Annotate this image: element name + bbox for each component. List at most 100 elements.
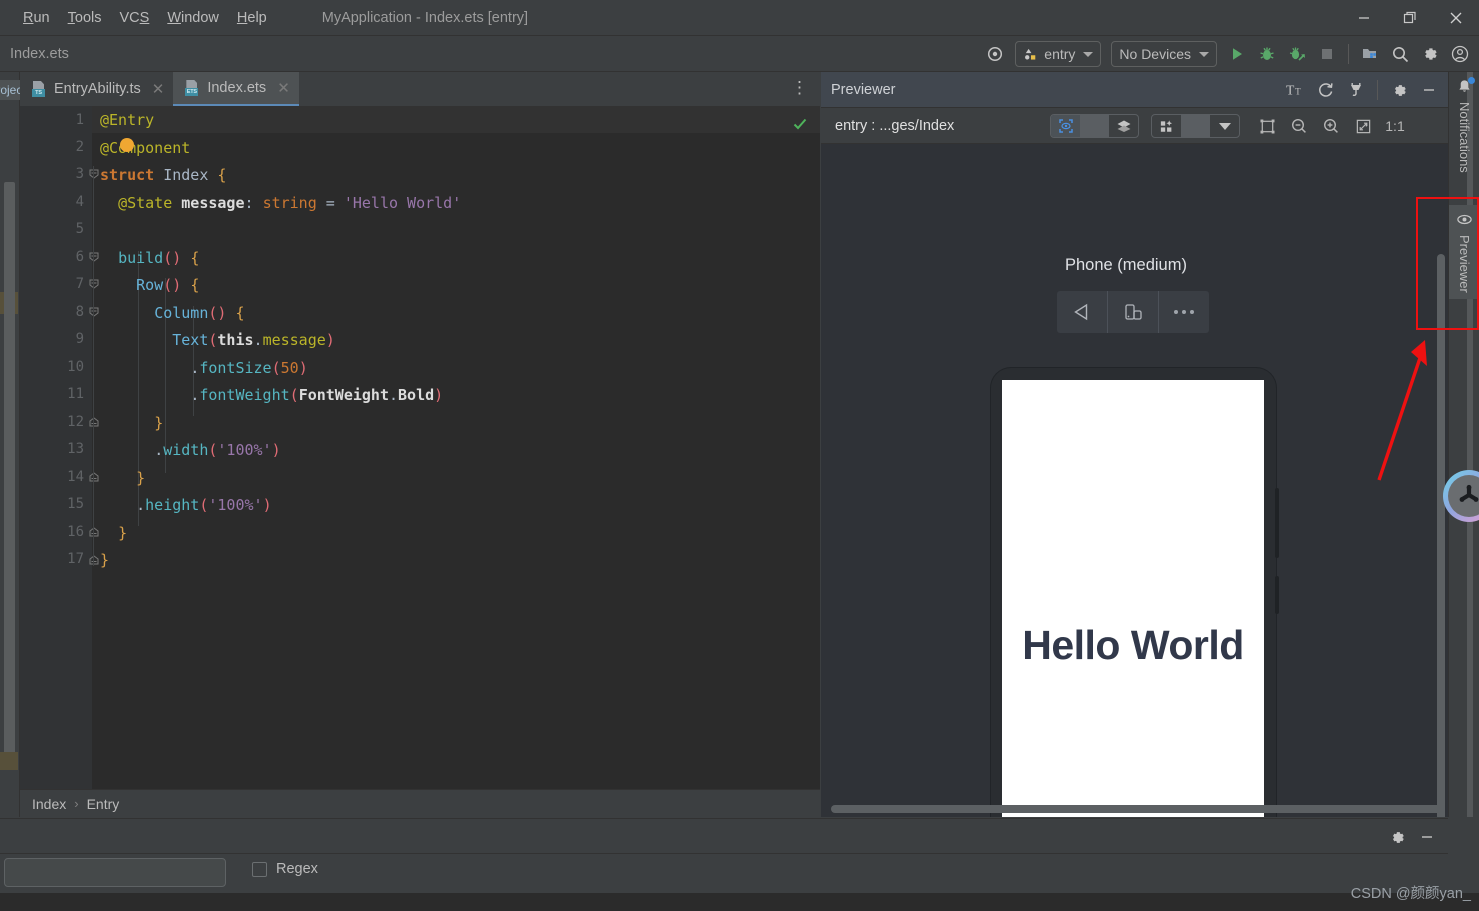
refresh-button[interactable] (1311, 75, 1341, 105)
previewer-canvas[interactable]: Phone (medium) Hello World (821, 144, 1448, 817)
minimize-icon (1422, 836, 1432, 838)
code-line: struct Index { (100, 166, 227, 184)
regex-checkbox[interactable] (252, 861, 267, 877)
previewer-vertical-scrollbar[interactable] (1437, 254, 1445, 817)
account-icon (1451, 45, 1469, 63)
line-number: 6 (75, 249, 84, 265)
line-number: 4 (75, 194, 84, 210)
search-everywhere-button[interactable] (1385, 39, 1415, 69)
debug-button[interactable] (1252, 39, 1282, 69)
intention-bulb-icon[interactable] (120, 138, 134, 152)
rotate-back-button[interactable] (1057, 291, 1107, 333)
editor-tab-entryability[interactable]: TS EntryAbility.ts ✕ (20, 72, 173, 106)
code-content: @Entry @Component struct Index { @State … (100, 106, 820, 817)
previewer-minimize-button[interactable] (1414, 75, 1444, 105)
fold-marker-icon[interactable] (88, 251, 100, 263)
svg-text:T: T (1295, 87, 1301, 97)
inspection-status-icon[interactable] (792, 116, 808, 137)
zoom-in-button[interactable] (1316, 111, 1346, 141)
close-button[interactable] (1433, 0, 1479, 36)
font-size-button[interactable]: T T (1281, 75, 1311, 105)
attach-debugger-button[interactable] (1282, 39, 1312, 69)
minimize-button[interactable] (1341, 0, 1387, 36)
bottom-panel-header (0, 818, 1448, 854)
window-controls (1341, 0, 1479, 36)
run-button[interactable] (1222, 39, 1252, 69)
device-screen[interactable]: Hello World (1002, 380, 1264, 817)
multi-device-dropdown[interactable] (1210, 115, 1239, 137)
breadcrumb-item-index[interactable]: Index (32, 796, 66, 812)
search-input[interactable] (4, 858, 226, 887)
harmonyos-logo-button[interactable] (1443, 470, 1479, 522)
fold-marker-icon[interactable] (88, 306, 100, 318)
target-button[interactable] (980, 39, 1010, 69)
actual-size-button[interactable]: 1:1 (1380, 111, 1410, 141)
left-tool-rail: Project (0, 72, 36, 817)
fold-marker-icon[interactable] (88, 526, 100, 538)
account-button[interactable] (1445, 39, 1475, 69)
orientation-button[interactable] (1108, 291, 1158, 333)
fold-marker-icon[interactable] (88, 471, 100, 483)
menu-item-run[interactable]: Run (14, 7, 59, 29)
right-tool-rail: Notifications Previewer (1443, 72, 1479, 817)
chevron-down-icon (1199, 51, 1209, 57)
harmonyos-logo (1448, 475, 1479, 517)
device-frame: Hello World (991, 368, 1279, 817)
code-line: Row() { (136, 276, 200, 294)
close-tab-icon[interactable]: ✕ (152, 80, 165, 98)
project-structure-button[interactable] (1355, 39, 1385, 69)
sidebar-item-previewer[interactable]: Previewer (1449, 205, 1479, 299)
previewer-subheader: entry : ...ges/Index 1:1 (821, 108, 1448, 144)
ts-file-icon: TS (32, 81, 47, 97)
indent-guide (93, 166, 94, 566)
device-selector[interactable]: No Devices (1111, 41, 1217, 67)
inspector-button[interactable] (1051, 115, 1080, 137)
code-line: .fontSize(50) (190, 359, 308, 377)
previewer-horizontal-scrollbar[interactable] (831, 805, 1441, 813)
previewer-settings-button[interactable] (1384, 75, 1414, 105)
tab-options-icon[interactable]: ⋮ (791, 79, 808, 96)
sidebar-item-notifications[interactable]: Notifications (1449, 72, 1479, 179)
layers-button[interactable] (1109, 115, 1138, 137)
code-line: } (100, 551, 110, 569)
bottom-minimize-button[interactable] (1412, 822, 1442, 852)
editor-tab-bar: TS EntryAbility.ts ✕ ETS Index.ets ✕ ⋮ (20, 72, 820, 106)
rail-scrollbar[interactable] (1467, 72, 1473, 817)
menu-item-vcs[interactable]: VCS (110, 7, 158, 29)
close-tab-icon[interactable]: ✕ (277, 79, 290, 97)
fold-marker-icon[interactable] (88, 416, 100, 428)
code-editor[interactable]: 1 2 3 4 5 6 7 8 9 10 11 12 13 14 15 16 1… (20, 106, 820, 817)
regex-option[interactable]: Regex (252, 861, 318, 877)
zoom-out-button[interactable] (1284, 111, 1314, 141)
fold-marker-icon[interactable] (88, 278, 100, 290)
settings-button[interactable] (1415, 39, 1445, 69)
font-size-icon: T T (1286, 83, 1301, 98)
stop-button[interactable] (1312, 39, 1342, 69)
run-configuration-selector[interactable]: entry (1015, 41, 1102, 67)
gear-icon (1392, 831, 1404, 843)
menu-item-tools[interactable]: Tools (59, 7, 111, 29)
line-number: 12 (67, 414, 84, 430)
more-options-button[interactable] (1159, 291, 1209, 333)
menu-bar: Run Tools VCS Window Help (14, 7, 276, 29)
nav-file-label[interactable]: Index.ets (10, 46, 69, 62)
fit-screen-button[interactable] (1348, 111, 1378, 141)
multi-device-button[interactable] (1152, 115, 1181, 137)
frame-icon (1260, 119, 1274, 133)
actual-size-label: 1:1 (1385, 118, 1405, 134)
fold-marker-icon[interactable] (88, 168, 100, 180)
code-line: .fontWeight(FontWeight.Bold) (190, 386, 444, 404)
menu-item-help[interactable]: Help (228, 7, 276, 29)
menu-item-window[interactable]: Window (158, 7, 228, 29)
editor-tab-index[interactable]: ETS Index.ets ✕ (173, 72, 299, 106)
maximize-button[interactable] (1387, 0, 1433, 36)
line-number: 11 (67, 386, 84, 402)
fold-marker-icon[interactable] (88, 554, 100, 566)
breadcrumb-item-entry[interactable]: Entry (87, 796, 120, 812)
minimize-icon (1424, 89, 1434, 91)
plug-button[interactable] (1341, 75, 1371, 105)
editor-scrollbar-left[interactable] (4, 182, 15, 762)
inspector-layers-group (1050, 114, 1139, 138)
frame-button[interactable] (1252, 111, 1282, 141)
bottom-settings-button[interactable] (1382, 822, 1412, 852)
